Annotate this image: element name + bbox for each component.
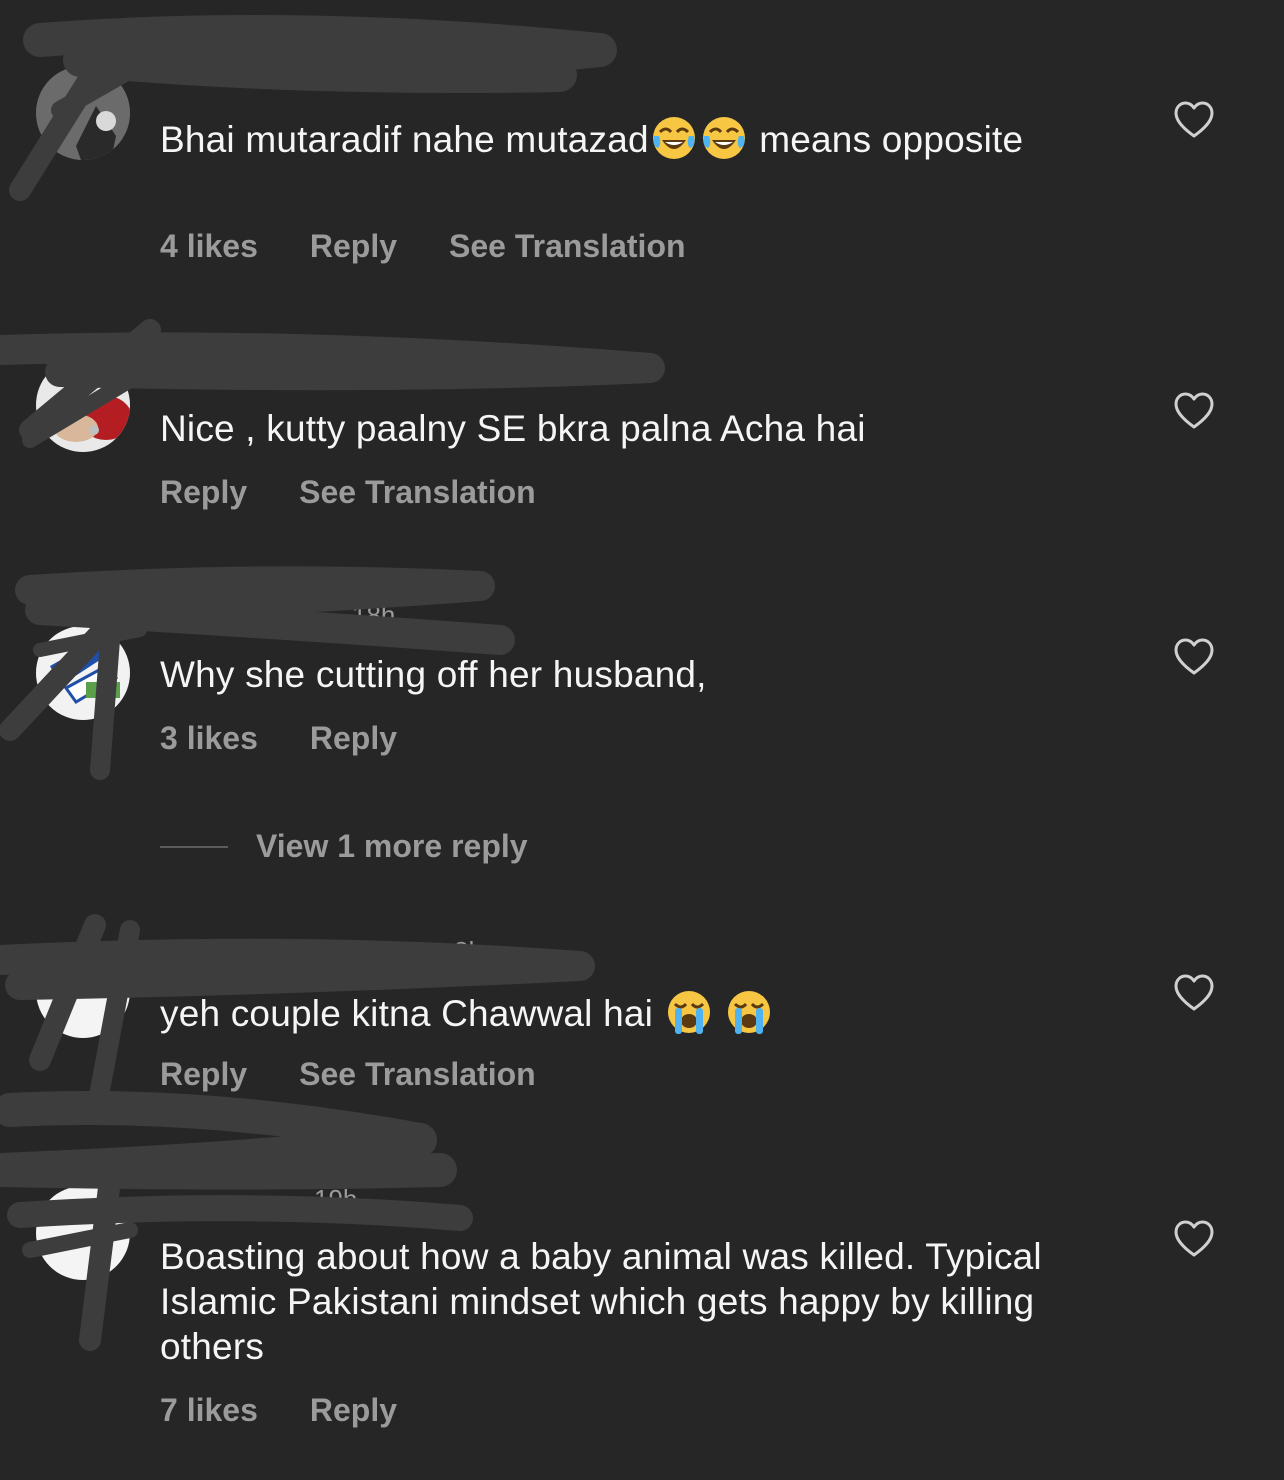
comment-text: Why she cutting off her husband, [160,654,707,695]
comment-text: Nice , kutty paalny SE bkra palna Acha h… [160,408,866,449]
see-translation-button[interactable]: See Translation [449,228,686,265]
likes-count[interactable]: 7 likes [160,1392,258,1429]
loudly-crying-face-icon [725,988,773,1036]
avatar[interactable] [36,1186,130,1280]
loudly-crying-face-icon [665,988,713,1036]
comment-time: 18h [352,600,396,630]
face-with-tears-of-joy-icon [650,114,698,162]
comment-actions: Reply See Translation [160,1056,588,1093]
heart-outline-icon[interactable] [1174,974,1214,1012]
comment-text: yeh couple kitna Chawwal hai [160,988,1090,1036]
view-more-replies-label: View 1 more reply [256,828,528,864]
comment-text: Boasting about how a baby animal was kil… [160,1236,1042,1367]
reply-button[interactable]: Reply [160,1056,247,1093]
comment-actions: 4 likes Reply See Translation [160,228,738,265]
heart-outline-icon[interactable] [1174,392,1214,430]
reply-button[interactable]: Reply [310,1392,397,1429]
avatar[interactable] [36,944,130,1038]
reply-button[interactable]: Reply [160,474,247,511]
reply-thread-divider [160,845,228,848]
comment-actions: 3 likes Reply [160,720,449,757]
heart-outline-icon[interactable] [1174,638,1214,676]
comment-meta[interactable]: 8h [160,936,483,967]
comment-meta[interactable]: 18h [160,600,395,631]
avatar[interactable] [36,358,130,452]
likes-count[interactable]: 4 likes [160,228,258,265]
face-with-tears-of-joy-icon [700,114,748,162]
reply-button[interactable]: Reply [310,228,397,265]
avatar[interactable] [36,66,130,160]
comment-text-part: means opposite [759,119,1024,160]
heart-outline-icon[interactable] [1174,1220,1214,1258]
see-translation-button[interactable]: See Translation [299,474,536,511]
comment-meta[interactable]: 19h [160,1184,357,1215]
heart-outline-icon[interactable] [1174,101,1214,139]
comment-actions: Reply See Translation [160,474,588,511]
likes-count[interactable]: 3 likes [160,720,258,757]
comment-meta[interactable] [160,72,166,103]
comment-text-part: yeh couple kitna Chawwal hai [160,993,654,1034]
view-more-replies-button[interactable]: View 1 more reply [160,828,528,865]
avatar[interactable] [36,626,130,720]
comment-time: 8h [454,936,483,966]
comment-actions: 7 likes Reply [160,1392,449,1429]
comment-text-part: Bhai mutaradif nahe mutazad [160,119,649,160]
comment-text: Bhai mutaradif nahe mutazad means opposi… [160,114,1090,162]
see-translation-button[interactable]: See Translation [299,1056,536,1093]
comment-meta[interactable] [160,364,166,395]
reply-button[interactable]: Reply [310,720,397,757]
comment-time: 19h [314,1184,358,1214]
